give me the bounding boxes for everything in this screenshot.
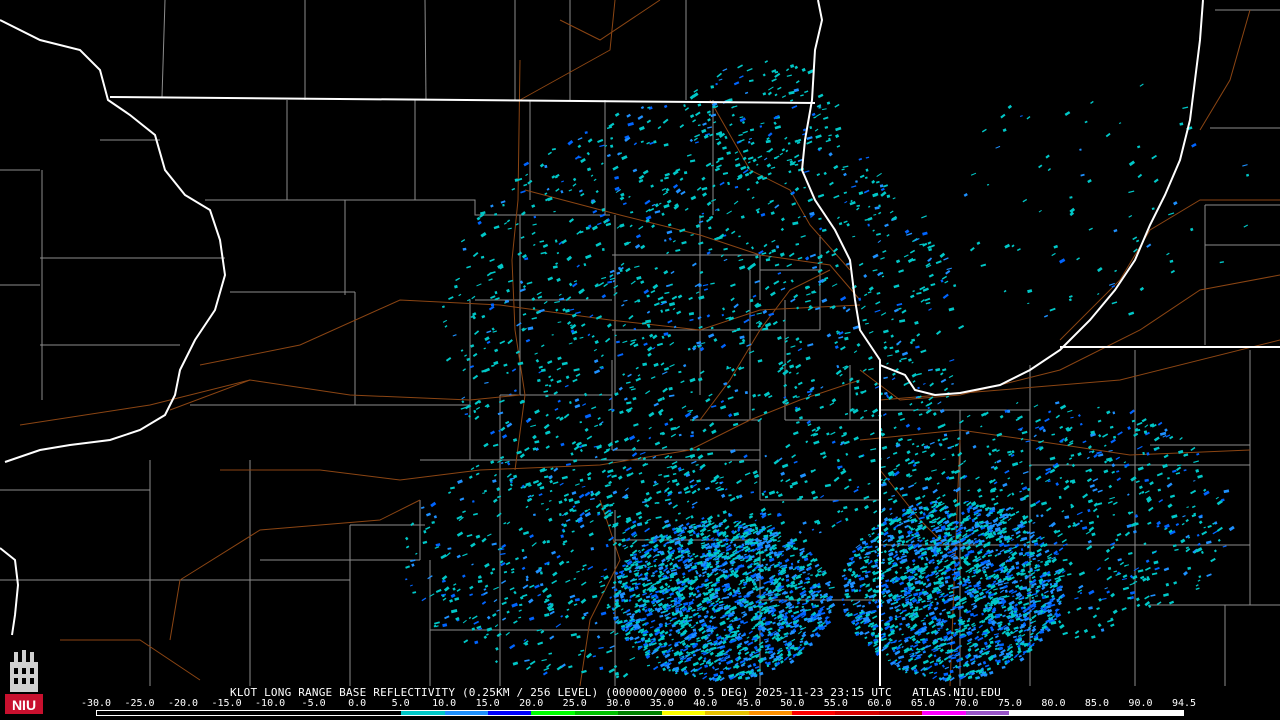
scale-swatch	[357, 711, 402, 715]
scale-label: 0.0	[348, 698, 367, 709]
scale-label: -30.0	[80, 698, 112, 709]
scale-swatch	[1096, 711, 1140, 715]
scale-swatch	[661, 711, 706, 715]
scale-swatch	[140, 711, 184, 715]
scale-label: 30.0	[606, 698, 631, 709]
scale-label: -20.0	[167, 698, 199, 709]
scale-label: 10.0	[432, 698, 457, 709]
scale-swatch	[227, 711, 271, 715]
scale-label: 70.0	[954, 698, 979, 709]
scale-label: 15.0	[475, 698, 500, 709]
scale-label: 90.0	[1128, 698, 1153, 709]
scale-swatch	[1052, 711, 1097, 715]
color-scale-bar	[96, 710, 1184, 716]
scale-label: 5.0	[391, 698, 410, 709]
scale-label: -15.0	[211, 698, 242, 709]
scale-label: 60.0	[867, 698, 892, 709]
scale-label: -5.0	[301, 698, 326, 709]
scale-swatch	[314, 711, 358, 715]
scale-label: 85.0	[1084, 698, 1109, 709]
scale-label: 65.0	[910, 698, 935, 709]
scale-swatch	[792, 711, 836, 715]
scale-swatch	[965, 711, 1010, 715]
scale-label: 55.0	[823, 698, 848, 709]
scale-swatch	[574, 711, 619, 715]
scale-label: -25.0	[124, 698, 155, 709]
scale-swatch	[1139, 711, 1183, 715]
scale-label: 40.0	[693, 698, 718, 709]
scale-swatch	[444, 711, 488, 715]
scale-swatch	[531, 711, 575, 715]
scale-swatch	[401, 711, 445, 715]
scale-swatch	[270, 711, 315, 715]
scale-label: 75.0	[997, 698, 1022, 709]
scale-swatch	[835, 711, 879, 715]
scale-swatch	[1009, 711, 1053, 715]
color-scale-labels: -30.0 -25.0 -20.0 -15.0 -10.0 -5.0 0.0 5.0 10.0 1…	[81, 698, 1196, 710]
radar-map	[0, 0, 1280, 686]
scale-label: 45.0	[736, 698, 761, 709]
scale-swatch	[97, 711, 141, 715]
scale-swatch	[922, 711, 966, 715]
logo-text: NIU	[12, 697, 36, 713]
scale-swatch	[748, 711, 792, 715]
scale-swatch	[878, 711, 923, 715]
scale-swatch	[705, 711, 749, 715]
scale-label: 94.5	[1171, 698, 1197, 709]
scale-label: 50.0	[780, 698, 805, 709]
scale-label: 35.0	[649, 698, 674, 709]
niu-logo: NIU	[4, 648, 44, 716]
scale-swatch	[487, 711, 532, 715]
scale-label: 20.0	[519, 698, 544, 709]
scale-swatch	[183, 711, 228, 715]
scale-label: 25.0	[562, 698, 587, 709]
scale-swatch	[618, 711, 662, 715]
scale-label: 80.0	[1041, 698, 1066, 709]
scale-label: -10.0	[255, 698, 286, 709]
